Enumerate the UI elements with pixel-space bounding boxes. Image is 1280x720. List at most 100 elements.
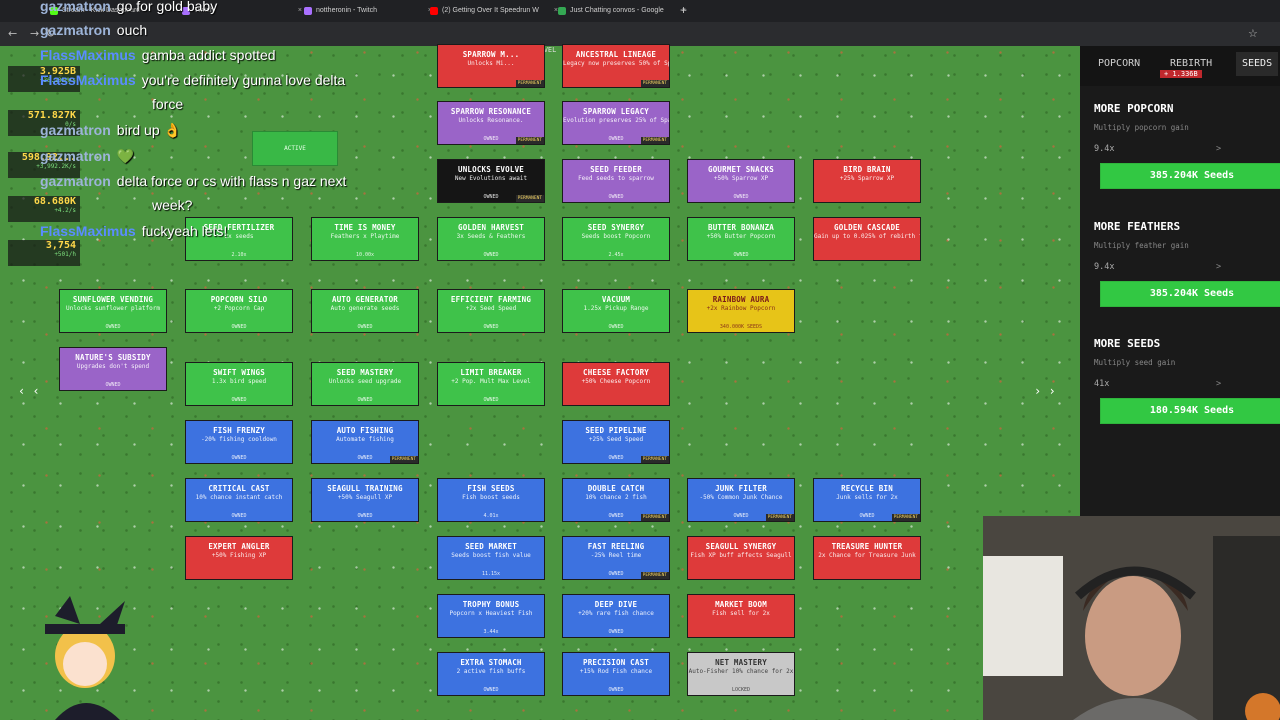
scroll-left-icon[interactable]: ‹ ‹ — [18, 384, 40, 398]
skill-node-extra-stomach[interactable]: EXTRA STOMACH 2 active fish buffs OWNED — [437, 652, 545, 696]
skill-node-treasure-hunter[interactable]: TREASURE HUNTER 2x Chance for Treasure Ju… — [813, 536, 921, 580]
skill-node-golden-cascade[interactable]: GOLDEN CASCADE Gain up to 0.025% of rebir… — [813, 217, 921, 261]
skill-status: OWNED — [483, 397, 499, 403]
chat-message: FlassMaximus fuckyeah lets! — [40, 223, 227, 239]
skill-node-natures-subsidy[interactable]: NATURE'S SUBSIDY Upgrades don't spend OWNE… — [59, 347, 167, 391]
tab-label: nottheronin - Twitch — [316, 7, 377, 14]
skill-title: BIRD BRAIN — [843, 165, 891, 174]
card-multiplier: 9.4x > — [1094, 144, 1280, 154]
skill-node-seed-synergy[interactable]: SEED SYNERGY Seeds boost Popcorn 2.45x — [562, 217, 670, 261]
stat-value: 571.827K — [27, 110, 76, 121]
skill-title: GOURMET SNACKS — [707, 165, 774, 174]
chat-username: FlassMaximus — [40, 223, 136, 239]
skill-node-limit-breaker[interactable]: LIMIT BREAKER +2 Pop. Mult Max Level OWNED — [437, 362, 545, 406]
skill-node-fish-frenzy[interactable]: FISH FRENZY -20% fishing cooldown OWNED — [185, 420, 293, 464]
stat-fish: 68.680K +4.2/s — [8, 196, 80, 222]
skill-status: OWNED — [231, 513, 247, 519]
tab-rebirth[interactable]: REBIRTH — [1170, 58, 1212, 69]
skill-node-seed-mastery[interactable]: SEED MASTERY Unlocks seed upgrade OWNED — [311, 362, 419, 406]
skill-node-auto-generator[interactable]: AUTO GENERATOR Auto generate seeds OWNED — [311, 289, 419, 333]
skill-node-junk-filter[interactable]: JUNK FILTER -50% Common Junk Chance OWNED P… — [687, 478, 795, 522]
buy-button[interactable]: 385.204K Seeds — [1100, 281, 1280, 307]
skill-node-sparrow-resonance[interactable]: SPARROW RESONANCE Unlocks Resonance. OWNED… — [437, 101, 545, 145]
tab-seeds[interactable]: SEEDS — [1236, 52, 1279, 76]
skill-description: +50% Fishing XP — [211, 552, 267, 559]
browser-tab-4[interactable]: Just Chatting convos - Google × — [556, 3, 688, 19]
chevron-right-icon[interactable]: > — [1216, 262, 1221, 272]
back-icon[interactable]: ← — [8, 27, 17, 40]
skill-title: SEAGULL SYNERGY — [705, 542, 777, 551]
skill-title: JUNK FILTER — [715, 484, 767, 493]
green-heart-emoji: 💚 — [116, 148, 135, 164]
skill-node-butter-bonanza[interactable]: BUTTER BONANZA +50% Butter Popcorn OWNED — [687, 217, 795, 261]
skill-node-ancestral-lineage[interactable]: ANCESTRAL LINEAGE Legacy now preserves 50… — [562, 44, 670, 88]
skill-status: 2.45x — [608, 252, 624, 258]
chat-text: delta force or cs with flass n gaz next — [116, 173, 347, 189]
skill-title: TROPHY BONUS — [462, 600, 520, 609]
skill-description: 2 active fish buffs — [456, 668, 526, 675]
skill-node-sparrow-legacy[interactable]: SPARROW LEGACY Evolution preserves 25% of… — [562, 101, 670, 145]
skill-title: SUNFLOWER VENDING — [72, 295, 154, 304]
skill-description: Automate fishing — [336, 436, 394, 443]
skill-node-auto-fishing[interactable]: AUTO FISHING Automate fishing OWNED PERMANE… — [311, 420, 419, 464]
skill-node-recycle-bin[interactable]: RECYCLE BIN Junk sells for 2x OWNED PERMANE… — [813, 478, 921, 522]
skill-node-time-is-money[interactable]: TIME IS MONEY Feathers x Playtime 10.00x — [311, 217, 419, 261]
skill-node-popcorn-silo[interactable]: POPCORN SILO +2 Popcorn Cap OWNED — [185, 289, 293, 333]
skill-node-rainbow-aura[interactable]: RAINBOW AURA +2x Rainbow Popcorn 340.000K … — [687, 289, 795, 333]
browser-tab-2[interactable]: nottheronin - Twitch × — [302, 3, 434, 19]
chevron-right-icon[interactable]: > — [1216, 379, 1221, 389]
skill-node-net-mastery[interactable]: NET MASTERY Auto-Fisher 10% chance for 2x… — [687, 652, 795, 696]
buy-button[interactable]: 180.594K Seeds — [1100, 398, 1280, 424]
tab-popcorn[interactable]: POPCORN — [1098, 58, 1140, 69]
skill-node-seagull-synergy[interactable]: SEAGULL SYNERGY Fish XP buff affects Seag… — [687, 536, 795, 580]
skill-node-golden-harvest[interactable]: GOLDEN HARVEST 3x Seeds & Feathers OWNED — [437, 217, 545, 261]
chevron-right-icon[interactable]: > — [1216, 144, 1221, 154]
skill-node-sunflower-vending[interactable]: SUNFLOWER VENDING Unlocks sunflower platf… — [59, 289, 167, 333]
skill-description: Gain up to 0.025% of rebirth feathers pr… — [814, 233, 920, 240]
skill-node-efficient-farming[interactable]: EFFICIENT FARMING +2x Seed Speed OWNED — [437, 289, 545, 333]
skill-node-market-boom[interactable]: MARKET BOOM Fish sell for 2x — [687, 594, 795, 638]
skill-description: +2 Pop. Mult Max Level — [451, 378, 531, 385]
forward-icon[interactable]: → — [30, 27, 39, 40]
skill-node-vacuum[interactable]: VACUUM 1.25x Pickup Range OWNED — [562, 289, 670, 333]
permanent-badge: PERMANENT — [515, 80, 544, 87]
skill-description: Unlocks Resonance. — [458, 117, 524, 124]
buy-button[interactable]: 385.204K Seeds — [1100, 163, 1280, 189]
skill-node-sparrow-m[interactable]: SPARROW M... Unlocks Mi... PERMANENT — [437, 44, 545, 88]
skill-node-seed-market[interactable]: SEED MARKET Seeds boost fish value 11.15x — [437, 536, 545, 580]
skill-node-unlocks-evolve[interactable]: UNLOCKS EVOLVE New Evolutions await OWNED P… — [437, 159, 545, 203]
skill-node-cheese-factory[interactable]: CHEESE FACTORY +50% Cheese Popcorn — [562, 362, 670, 406]
skill-node-fish-seeds[interactable]: FISH SEEDS Fish boost seeds 4.01x — [437, 478, 545, 522]
skill-node-double-catch[interactable]: DOUBLE CATCH 10% chance 2 fish OWNED PERMAN… — [562, 478, 670, 522]
scroll-right-icon[interactable]: › › — [1034, 384, 1056, 398]
skill-node-critical-cast[interactable]: CRITICAL CAST 10% chance instant catch OWN… — [185, 478, 293, 522]
skill-node-seed-pipeline[interactable]: SEED PIPELINE +25% Seed Speed OWNED PERMANE… — [562, 420, 670, 464]
upgrade-panel: POPCORN REBIRTH SEEDS + 1.336B MORE POPC… — [1080, 46, 1280, 516]
skill-node-precision-cast[interactable]: PRECISION CAST +15% Rod Fish chance OWNED — [562, 652, 670, 696]
skill-node-gourmet-snacks[interactable]: GOURMET SNACKS +50% Sparrow XP OWNED — [687, 159, 795, 203]
skill-node-seagull-training[interactable]: SEAGULL TRAINING +50% Seagull XP OWNED — [311, 478, 419, 522]
skill-title: GOLDEN CASCADE — [833, 223, 900, 232]
skill-node-seed-feeder[interactable]: SEED FEEDER Feed seeds to sparrow OWNED — [562, 159, 670, 203]
skill-node-swift-wings[interactable]: SWIFT WINGS 1.3x bird speed OWNED — [185, 362, 293, 406]
active-button[interactable]: ACTIVE — [252, 131, 338, 166]
browser-tab-3[interactable]: (2) Getting Over It Speedrun W × — [428, 3, 560, 19]
skill-node-deep-dive[interactable]: DEEP DIVE +20% rare fish chance OWNED — [562, 594, 670, 638]
skill-title: AUTO GENERATOR — [331, 295, 398, 304]
skill-node-expert-angler[interactable]: EXPERT ANGLER +50% Fishing XP — [185, 536, 293, 580]
skill-node-bird-brain[interactable]: BIRD BRAIN +25% Sparrow XP — [813, 159, 921, 203]
bookmark-star-icon[interactable]: ☆ — [1248, 27, 1258, 40]
skill-title: TREASURE HUNTER — [831, 542, 903, 551]
skill-node-fast-reeling[interactable]: FAST REELING -25% Reel time OWNED PERMANENT — [562, 536, 670, 580]
skill-description: +50% Seagull XP — [337, 494, 393, 501]
stat-value: 3,754 — [45, 240, 76, 251]
chat-message: gazmatron bird up 👌 — [40, 122, 181, 139]
new-tab-button[interactable]: + — [680, 3, 687, 17]
skill-title: EXTRA STOMACH — [460, 658, 522, 667]
google-docs-icon — [558, 7, 566, 15]
skill-description: Unlocks sunflower platform — [66, 305, 160, 312]
skill-node-trophy-bonus[interactable]: TROPHY BONUS Popcorn x Heaviest Fish 3.44x — [437, 594, 545, 638]
chat-username: gazmatron — [40, 173, 111, 189]
skill-title: BUTTER BONANZA — [707, 223, 774, 232]
permanent-badge: PERMANENT — [640, 456, 669, 463]
